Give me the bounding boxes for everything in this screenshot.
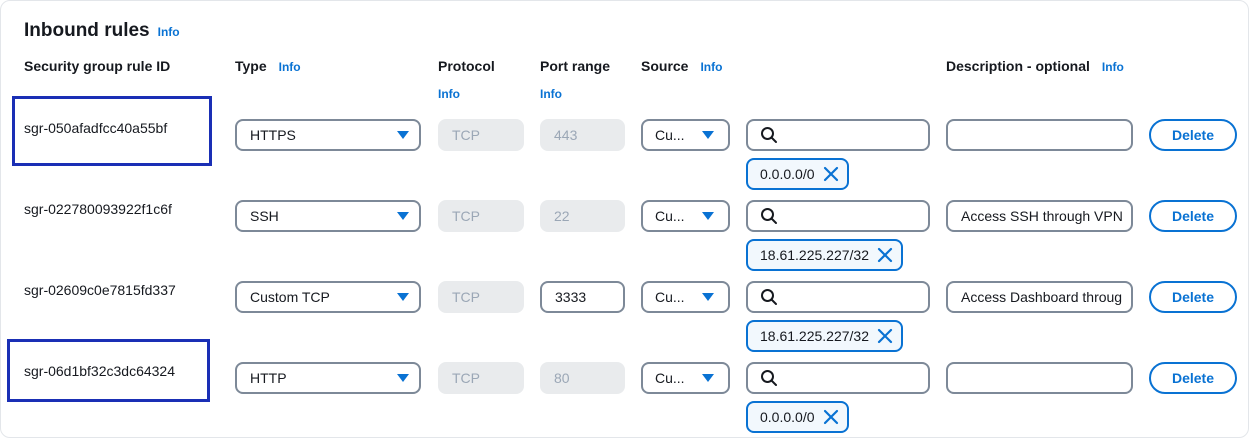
rule-id: sgr-022780093922f1c6f — [24, 201, 172, 217]
cidr-token: 0.0.0.0/0 — [746, 401, 849, 433]
col-header-source: Source Info — [641, 58, 723, 74]
rule-id: sgr-050afadfcc40a55bf — [24, 120, 168, 136]
caret-down-icon — [702, 293, 714, 301]
inbound-rules-panel: Inbound rules Info Security group rule I… — [0, 0, 1249, 438]
source-search-input[interactable] — [746, 119, 930, 151]
source-type-select[interactable]: Cu... — [641, 200, 730, 232]
type-select[interactable]: SSH — [235, 200, 421, 232]
rule-id: sgr-02609c0e7815fd337 — [24, 282, 176, 298]
port-range-field: 443 — [540, 119, 625, 151]
cidr-token: 18.61.225.227/32 — [746, 239, 903, 271]
caret-down-icon — [397, 293, 409, 301]
type-info-link[interactable]: Info — [279, 60, 301, 74]
caret-down-icon — [397, 374, 409, 382]
source-search-input[interactable] — [746, 362, 930, 394]
type-select[interactable]: Custom TCP — [235, 281, 421, 313]
type-select-value: Custom TCP — [250, 289, 330, 305]
caret-down-icon — [397, 212, 409, 220]
col-header-rule-id: Security group rule ID — [24, 58, 171, 74]
close-icon[interactable] — [823, 409, 839, 425]
description-input[interactable]: Access Dashboard throug — [946, 281, 1133, 313]
caret-down-icon — [702, 374, 714, 382]
search-icon — [760, 207, 778, 225]
source-type-select[interactable]: Cu... — [641, 281, 730, 313]
caret-down-icon — [702, 212, 714, 220]
port-range-field: 80 — [540, 362, 625, 394]
source-type-value: Cu... — [655, 127, 685, 143]
rule-id: sgr-06d1bf32c3dc64324 — [24, 363, 176, 379]
port-range-field: 22 — [540, 200, 625, 232]
section-heading: Inbound rules Info — [24, 20, 180, 42]
type-select[interactable]: HTTPS — [235, 119, 421, 151]
close-icon[interactable] — [877, 247, 893, 263]
protocol-field: TCP — [438, 362, 524, 394]
caret-down-icon — [702, 131, 714, 139]
protocol-field: TCP — [438, 200, 524, 232]
search-icon — [761, 127, 777, 143]
cidr-token-label: 0.0.0.0/0 — [760, 166, 815, 182]
caret-down-icon — [397, 131, 409, 139]
port-range-field[interactable]: 3333 — [540, 281, 625, 313]
type-select-value: HTTP — [250, 370, 287, 386]
section-title: Inbound rules — [24, 20, 150, 41]
source-type-value: Cu... — [655, 289, 685, 305]
type-select[interactable]: HTTP — [235, 362, 421, 394]
description-input[interactable] — [946, 362, 1133, 394]
description-input[interactable]: Access SSH through VPN — [946, 200, 1133, 232]
source-search-input[interactable] — [746, 281, 930, 313]
protocol-field: TCP — [438, 119, 524, 151]
section-info-link[interactable]: Info — [158, 25, 180, 39]
delete-button[interactable]: Delete — [1149, 200, 1237, 232]
cidr-token-label: 18.61.225.227/32 — [760, 328, 869, 344]
col-header-type: Type Info — [235, 58, 301, 74]
cidr-token-label: 18.61.225.227/32 — [760, 247, 869, 263]
type-select-value: SSH — [250, 208, 279, 224]
col-header-protocol: Protocol — [438, 58, 495, 74]
source-type-select[interactable]: Cu... — [641, 119, 730, 151]
source-search-input[interactable] — [746, 200, 930, 232]
source-type-select[interactable]: Cu... — [641, 362, 730, 394]
col-header-description: Description - optional Info — [946, 58, 1124, 74]
source-type-value: Cu... — [655, 208, 685, 224]
delete-button[interactable]: Delete — [1149, 119, 1237, 151]
search-icon — [760, 369, 778, 387]
close-icon[interactable] — [823, 166, 839, 182]
search-icon — [761, 370, 777, 386]
search-icon — [761, 289, 777, 305]
col-header-port-range: Port range — [540, 58, 611, 74]
cidr-token-label: 0.0.0.0/0 — [760, 409, 815, 425]
cidr-token: 18.61.225.227/32 — [746, 320, 903, 352]
delete-button[interactable]: Delete — [1149, 362, 1237, 394]
protocol-info-link[interactable]: Info — [438, 87, 460, 101]
port-range-info-link[interactable]: Info — [540, 87, 562, 101]
search-icon — [760, 126, 778, 144]
type-select-value: HTTPS — [250, 127, 296, 143]
search-icon — [761, 208, 777, 224]
cidr-token: 0.0.0.0/0 — [746, 158, 849, 190]
source-type-value: Cu... — [655, 370, 685, 386]
protocol-field: TCP — [438, 281, 524, 313]
delete-button[interactable]: Delete — [1149, 281, 1237, 313]
close-icon[interactable] — [877, 328, 893, 344]
search-icon — [760, 288, 778, 306]
source-info-link[interactable]: Info — [700, 60, 722, 74]
description-info-link[interactable]: Info — [1102, 60, 1124, 74]
description-input[interactable] — [946, 119, 1133, 151]
